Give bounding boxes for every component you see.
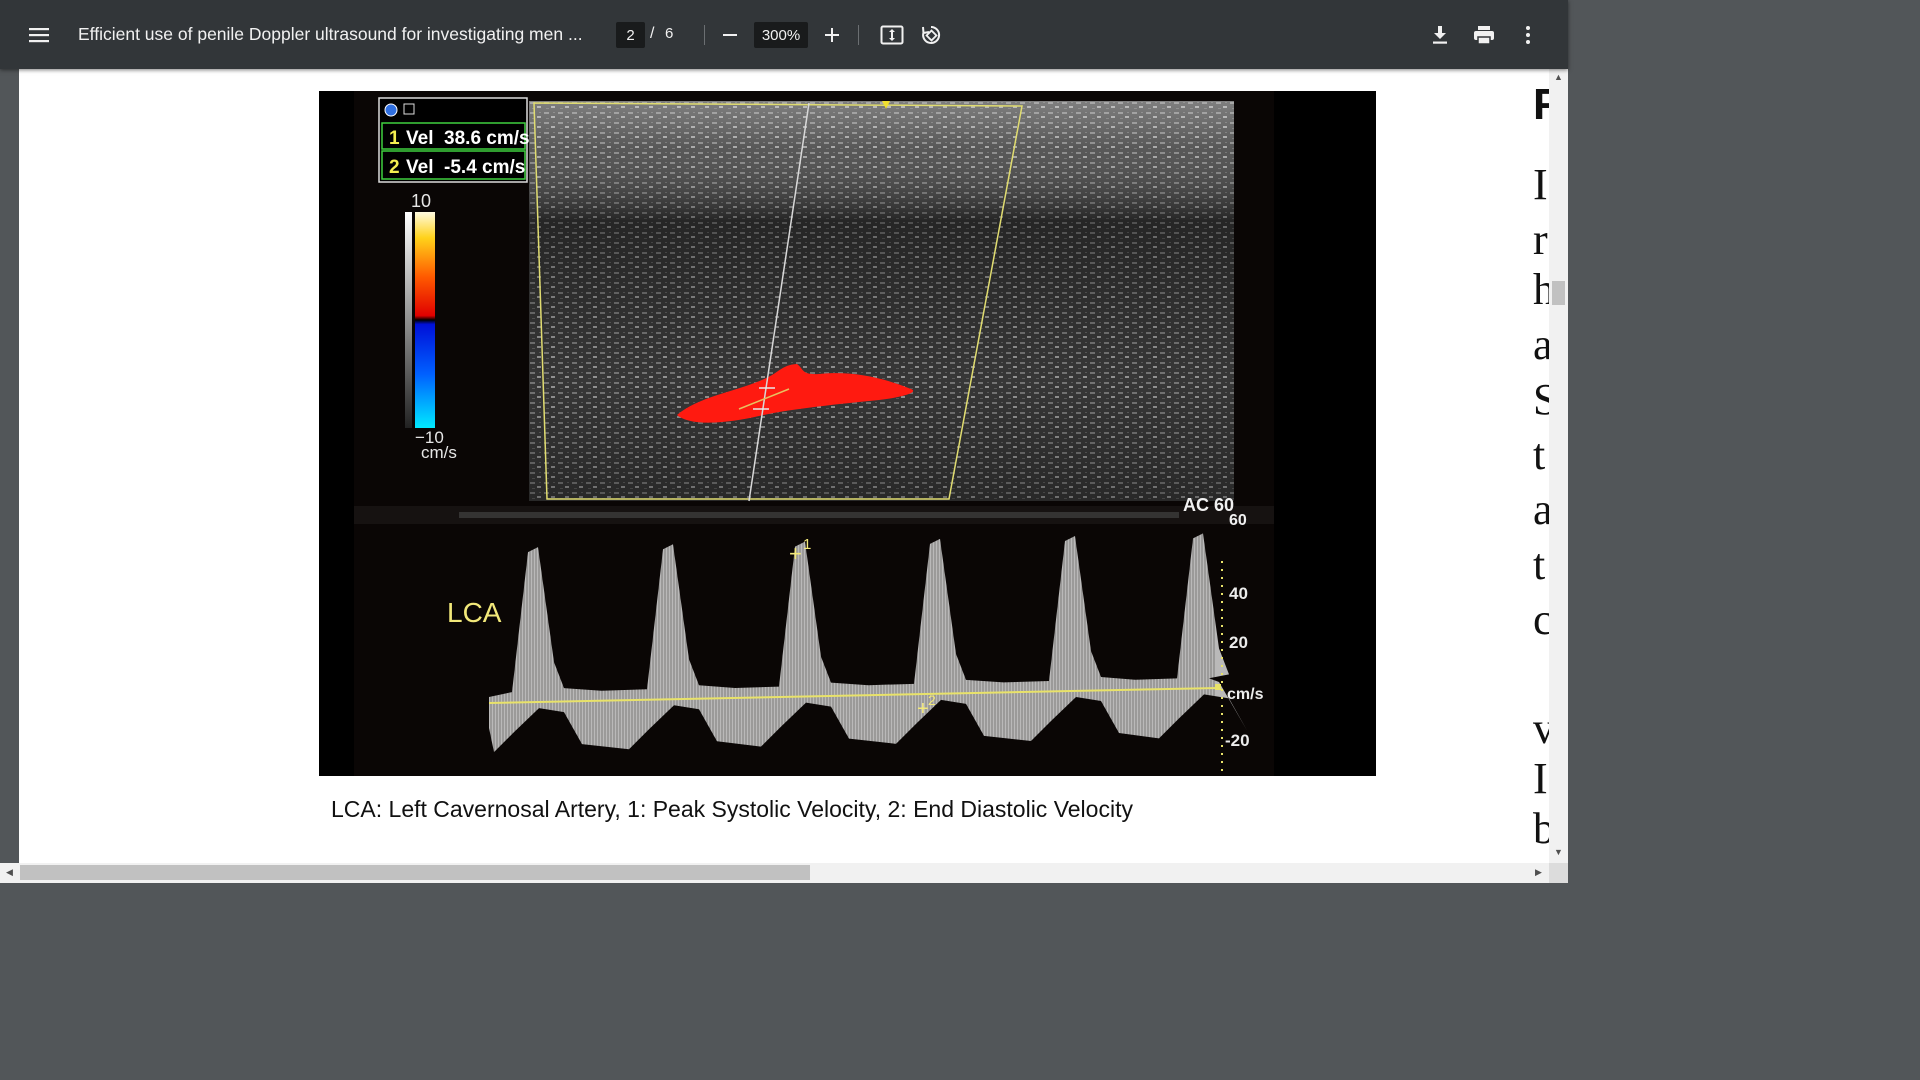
measurement-2-index: 2	[389, 157, 400, 178]
fit-to-page-icon	[880, 25, 904, 45]
page-number-input[interactable]: 2	[616, 22, 645, 48]
color-scale-unit: cm/s	[421, 443, 457, 462]
scroll-up-icon[interactable]: ▲	[1554, 73, 1563, 82]
download-button[interactable]	[1423, 18, 1457, 52]
scrollbar-corner	[1549, 863, 1568, 883]
ac-label: AC 60	[1183, 495, 1234, 515]
minus-icon	[723, 34, 737, 36]
scale-unit: cm/s	[1227, 686, 1264, 703]
horizontal-scroll-thumb[interactable]	[20, 865, 810, 880]
fit-to-page-button[interactable]	[875, 18, 909, 52]
cutoff-text-glyph: t	[1533, 540, 1546, 589]
print-icon	[1474, 26, 1494, 45]
document-viewport[interactable]: 1 Vel 38.6 cm/s 2 Vel -5.4 cm/s 10 −10 c…	[0, 69, 1568, 883]
cutoff-text-glyph: r	[1533, 215, 1548, 264]
document-title: Efficient use of penile Doppler ultrasou…	[78, 24, 583, 44]
zoom-in-button[interactable]	[815, 18, 849, 52]
marker-1: 1	[803, 536, 811, 553]
zoom-out-button[interactable]	[713, 18, 747, 52]
scroll-right-icon[interactable]: ▶	[1535, 868, 1542, 877]
color-velocity-bar	[415, 212, 435, 428]
svg-text:+: +	[789, 541, 802, 566]
doppler-ultrasound-figure: 1 Vel 38.6 cm/s 2 Vel -5.4 cm/s 10 −10 c…	[319, 91, 1376, 776]
rotate-icon	[922, 25, 941, 44]
measurement-2-text: Vel -5.4 cm/s	[406, 157, 525, 178]
zoom-input[interactable]: 300%	[754, 22, 808, 48]
rotate-button[interactable]	[914, 18, 948, 52]
more-vertical-icon	[1526, 26, 1530, 44]
cutoff-text-glyph: I	[1533, 160, 1548, 209]
color-scale-top: 10	[411, 191, 431, 211]
pdf-toolbar: Efficient use of penile Doppler ultrasou…	[0, 0, 1568, 69]
marker-2: 2	[928, 692, 936, 708]
cutoff-text-glyph: t	[1533, 430, 1546, 479]
print-button[interactable]	[1467, 18, 1501, 52]
menu-icon	[29, 28, 49, 43]
scale-20: 20	[1229, 633, 1248, 652]
scroll-left-icon[interactable]: ◀	[6, 868, 13, 877]
menu-button[interactable]	[22, 18, 56, 52]
cutoff-text-glyph: I	[1533, 754, 1548, 803]
page-separator: /	[650, 25, 655, 42]
measurement-1-text: Vel 38.6 cm/s	[406, 128, 530, 149]
page-count: 6	[665, 25, 674, 42]
doppler-image: 1 Vel 38.6 cm/s 2 Vel -5.4 cm/s 10 −10 c…	[319, 91, 1376, 776]
toolbar-divider	[704, 25, 705, 45]
vessel-label: LCA	[447, 597, 502, 628]
ac-value: 60	[1229, 512, 1247, 529]
svg-text:+: +	[917, 698, 929, 720]
more-actions-button[interactable]	[1511, 18, 1545, 52]
pdf-page: 1 Vel 38.6 cm/s 2 Vel -5.4 cm/s 10 −10 c…	[19, 69, 1560, 863]
vertical-scrollbar[interactable]	[1549, 69, 1568, 863]
scale-40: 40	[1229, 584, 1248, 603]
plus-icon	[825, 28, 839, 42]
vertical-scroll-thumb[interactable]	[1552, 281, 1565, 305]
figure-caption: LCA: Left Cavernosal Artery, 1: Peak Sys…	[331, 796, 1133, 822]
scroll-down-icon[interactable]: ▼	[1554, 848, 1563, 857]
toolbar-divider	[858, 25, 859, 45]
scale-minus-20: -20	[1225, 731, 1250, 750]
measurement-1-index: 1	[389, 128, 400, 149]
download-icon	[1433, 26, 1447, 44]
